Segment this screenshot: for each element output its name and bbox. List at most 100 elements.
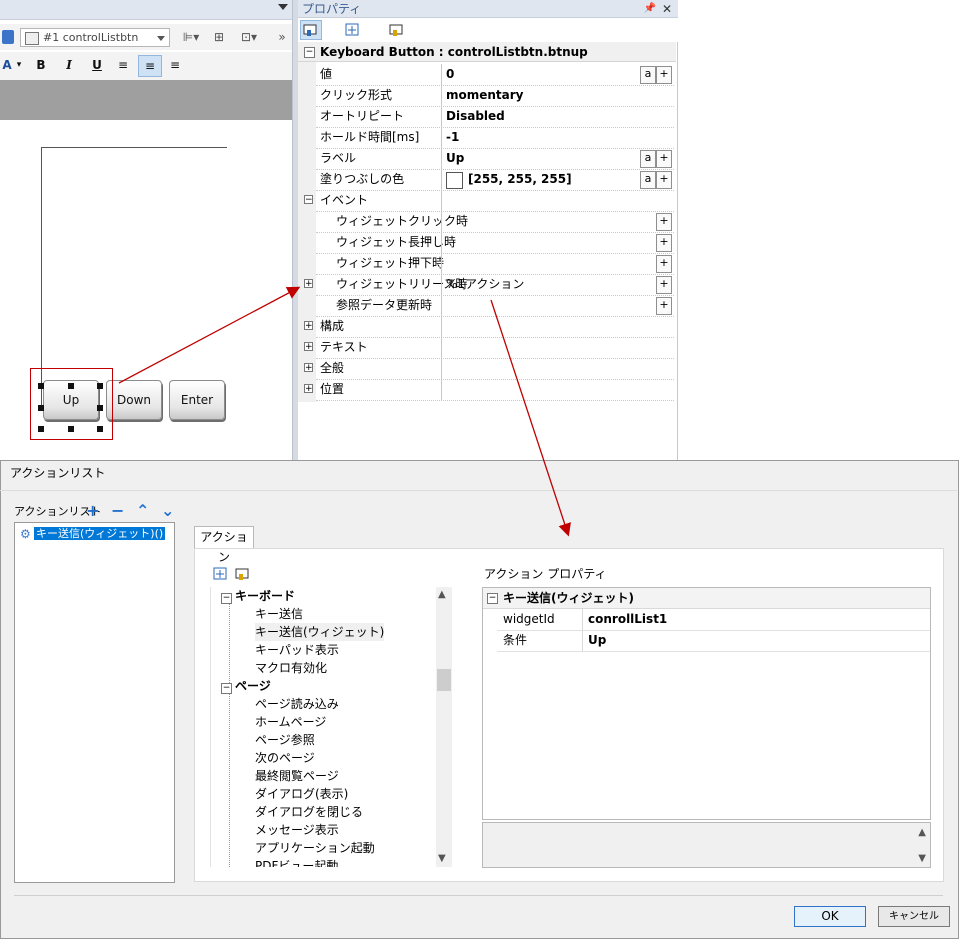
align-center-text-icon[interactable]: ≡ <box>138 55 162 77</box>
add-button[interactable]: + <box>656 297 672 315</box>
add-button[interactable]: + <box>656 213 672 231</box>
action-list[interactable]: ⚙ キー送信(ウィジェット)() <box>14 522 175 883</box>
list-item[interactable]: ⚙ キー送信(ウィジェット)() <box>20 527 166 541</box>
event-row-click[interactable]: ウィジェットクリック時 + <box>316 211 674 233</box>
prop-row-fill-color[interactable]: 塗りつぶしの色 [255, 255, 255] a + <box>316 169 674 191</box>
distribute-icon[interactable]: ⊞ <box>208 28 230 46</box>
expression-button[interactable]: a <box>640 150 656 168</box>
scroll-up-icon[interactable]: ▲ <box>918 827 926 838</box>
expand-icon[interactable]: + <box>304 384 313 394</box>
down-button[interactable]: Down <box>106 380 162 420</box>
scroll-thumb[interactable] <box>437 669 451 691</box>
tree-item[interactable]: メッセージ表示 <box>255 821 339 839</box>
expand-icon[interactable]: + <box>304 342 313 352</box>
add-button[interactable]: + <box>656 276 672 294</box>
align-left-icon[interactable]: ⊫▾ <box>176 28 206 46</box>
prop-row-hold-time[interactable]: ホールド時間[ms] -1 <box>316 127 674 149</box>
tree-group-keyboard[interactable]: キーボード <box>235 587 295 605</box>
expression-button[interactable]: a <box>640 66 656 84</box>
prop-group-general[interactable]: 全般 <box>316 358 674 380</box>
tree-item[interactable]: キー送信 <box>255 605 303 623</box>
collapse-icon[interactable]: − <box>221 593 232 604</box>
tree-scrollbar[interactable]: ▲ ▼ <box>436 587 452 867</box>
add-button[interactable]: + <box>656 150 672 168</box>
color-swatch[interactable] <box>446 172 463 189</box>
add-button[interactable]: + <box>656 234 672 252</box>
close-icon[interactable]: ✕ <box>662 0 672 18</box>
remove-icon[interactable]: − <box>111 501 124 520</box>
tree-item-selected[interactable]: キー送信(ウィジェット) <box>255 623 385 641</box>
database-icon[interactable] <box>2 30 14 44</box>
collapse-icon[interactable]: − <box>304 195 313 205</box>
prop-row-click-type[interactable]: クリック形式 momentary <box>316 85 674 107</box>
underline-button[interactable]: U <box>88 55 106 75</box>
event-row-press[interactable]: ウィジェット押下時 + <box>316 253 674 275</box>
scroll-down-icon[interactable]: ▼ <box>918 853 926 864</box>
column-separator <box>441 64 442 400</box>
event-row-long-press[interactable]: ウィジェット長押し時 + <box>316 232 674 254</box>
font-color-button[interactable]: A <box>0 55 14 75</box>
prop-name: クリック形式 <box>320 88 393 102</box>
prop-value: Disabled <box>446 109 505 123</box>
align-right-text-icon[interactable]: ≡ <box>166 55 184 75</box>
scroll-down-icon[interactable]: ▼ <box>438 853 446 864</box>
ok-button[interactable]: OK <box>794 906 866 927</box>
tree-item[interactable]: アプリケーション起動 <box>255 839 375 857</box>
tree-item[interactable]: 次のページ <box>255 749 315 767</box>
chevron-down-icon[interactable]: ▾ <box>14 55 24 75</box>
prop-row-auto-repeat[interactable]: オートリピート Disabled <box>316 106 674 128</box>
grid-icon[interactable]: ⊡▾ <box>234 28 264 46</box>
prop-group-events[interactable]: イベント <box>316 190 674 212</box>
expand-icon[interactable]: + <box>304 321 313 331</box>
move-up-icon[interactable]: ⌃ <box>136 501 149 520</box>
prop-name: ホールド時間[ms] <box>320 130 420 144</box>
prop-row-widget-id[interactable]: widgetId conrollList1 <box>497 609 930 631</box>
action-tree[interactable]: − キーボード キー送信 キー送信(ウィジェット) キーパッド表示 マクロ有効化… <box>210 587 453 867</box>
chevron-down-icon[interactable] <box>278 4 288 10</box>
tree-item[interactable]: ダイアログ(表示) <box>255 785 348 803</box>
prop-group-position[interactable]: 位置 <box>316 379 674 401</box>
expand-all-icon[interactable] <box>213 567 227 580</box>
tree-group-page[interactable]: ページ <box>235 677 271 695</box>
tree-item[interactable]: 最終閲覧ページ <box>255 767 339 785</box>
italic-button[interactable]: I <box>60 55 78 75</box>
collapse-icon[interactable]: − <box>487 593 498 604</box>
prop-row-label[interactable]: ラベル Up a + <box>316 148 674 170</box>
bold-button[interactable]: B <box>32 55 50 75</box>
expand-icon[interactable]: + <box>304 279 313 289</box>
collapse-icon[interactable]: − <box>304 47 315 58</box>
event-row-release[interactable]: ウィジェットリリース時 %1アクション + <box>316 274 674 296</box>
prop-row-value[interactable]: 値 0 a + <box>316 64 674 86</box>
tree-item[interactable]: ページ読み込み <box>255 695 339 713</box>
prop-value: -1 <box>446 130 460 144</box>
collapse-all-icon[interactable] <box>235 568 249 580</box>
add-icon[interactable]: + <box>86 501 99 520</box>
add-button[interactable]: + <box>656 66 672 84</box>
tree-item[interactable]: キーパッド表示 <box>255 641 339 659</box>
enter-button[interactable]: Enter <box>169 380 225 420</box>
prop-row-condition[interactable]: 条件 Up <box>497 630 930 652</box>
tree-item[interactable]: ダイアログを閉じる <box>255 803 363 821</box>
event-row-data-update[interactable]: 参照データ更新時 + <box>316 295 674 317</box>
description-box[interactable]: ▲ ▼ <box>482 822 931 868</box>
expand-icon[interactable]: + <box>304 363 313 373</box>
overflow-icon[interactable]: » <box>274 28 290 46</box>
collapse-icon[interactable]: − <box>221 683 232 694</box>
prop-group-text[interactable]: テキスト <box>316 337 674 359</box>
add-button[interactable]: + <box>656 255 672 273</box>
scroll-up-icon[interactable]: ▲ <box>438 589 446 600</box>
align-left-text-icon[interactable]: ≡ <box>114 55 132 75</box>
tree-item[interactable]: ページ参照 <box>255 731 315 749</box>
prop-group-config[interactable]: 構成 <box>316 316 674 338</box>
tree-item[interactable]: マクロ有効化 <box>255 659 327 677</box>
dialog-title: アクションリスト <box>10 466 106 480</box>
tree-item[interactable]: PDFビュー起動 <box>255 857 338 867</box>
tree-item[interactable]: ホームページ <box>255 713 326 731</box>
tab-action[interactable]: アクション <box>194 526 254 564</box>
cancel-button[interactable]: キャンセル <box>878 906 950 927</box>
widget-select[interactable]: #1 controlListbtn <box>20 28 170 47</box>
expression-button[interactable]: a <box>640 171 656 189</box>
pin-icon[interactable]: 📌 <box>644 0 656 18</box>
add-button[interactable]: + <box>656 171 672 189</box>
move-down-icon[interactable]: ⌄ <box>161 501 174 520</box>
